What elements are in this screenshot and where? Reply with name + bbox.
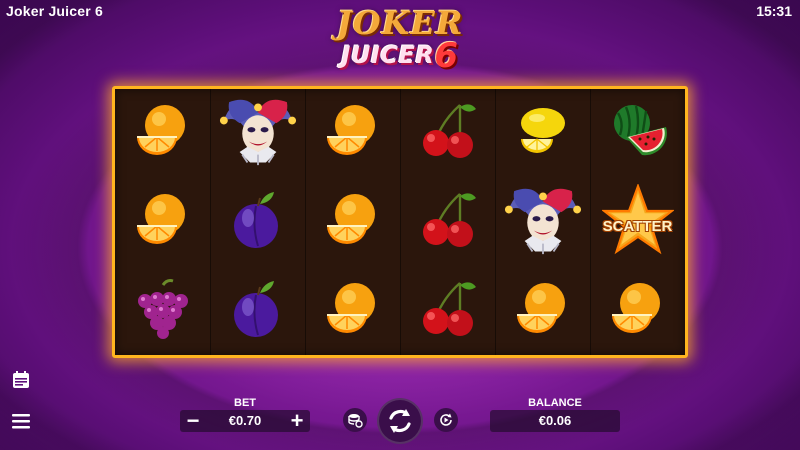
orange-icon	[131, 188, 195, 257]
reel-cell	[400, 267, 495, 355]
reel-cell: SCATTER	[590, 178, 685, 267]
scatter-label: SCATTER	[602, 218, 673, 235]
reel-cell	[210, 89, 305, 178]
reel-cell	[400, 178, 495, 267]
orange-icon	[321, 99, 385, 168]
reel-cell	[305, 267, 400, 355]
autoplay-icon	[440, 413, 452, 426]
watermelon-icon	[606, 99, 670, 168]
reel-cell	[590, 267, 685, 355]
cherries-icon	[416, 188, 480, 257]
reel-cell	[115, 178, 210, 267]
balance-display: €0.06	[490, 410, 620, 432]
spin-icon	[389, 409, 411, 433]
cherries-icon	[416, 99, 480, 168]
reel-cell	[590, 89, 685, 178]
game-logo: JOKER JUICER6	[300, 6, 500, 86]
balance-value: €0.06	[538, 413, 572, 428]
paytable-button[interactable]	[10, 369, 32, 391]
coins-icon	[348, 414, 363, 428]
scatter-icon: SCATTER	[600, 182, 675, 261]
reel-separator	[210, 89, 211, 355]
plum-icon	[226, 188, 290, 257]
bet-display: − €0.70 +	[180, 410, 310, 432]
joker-icon	[501, 178, 585, 267]
reel-separator	[590, 89, 591, 355]
logo-number: 6	[434, 36, 459, 76]
logo-joker: JOKER	[336, 4, 464, 42]
logo-juicer: JUICER6	[300, 36, 500, 76]
plum-icon	[226, 277, 290, 346]
reel-cell	[115, 89, 210, 178]
grapes-icon	[131, 277, 195, 346]
reel-cell	[495, 89, 590, 178]
balance-label: BALANCE	[528, 397, 582, 409]
cherries-icon	[416, 277, 480, 346]
orange-icon	[131, 99, 195, 168]
reel-cell	[210, 178, 305, 267]
reel-separator	[305, 89, 306, 355]
reel-cell	[495, 178, 590, 267]
orange-icon	[321, 188, 385, 257]
coin-settings-button[interactable]	[343, 408, 367, 432]
lemon-icon	[511, 99, 575, 168]
reel-cell	[210, 267, 305, 355]
orange-icon	[511, 277, 575, 346]
menu-icon	[12, 414, 30, 429]
orange-icon	[606, 277, 670, 346]
bet-increase-button[interactable]: +	[286, 410, 308, 432]
orange-icon	[321, 277, 385, 346]
reel-separator	[400, 89, 401, 355]
menu-button[interactable]	[10, 410, 32, 432]
reel-cell	[400, 89, 495, 178]
paytable-icon	[13, 371, 29, 388]
joker-icon	[216, 89, 300, 178]
reel-separator	[495, 89, 496, 355]
reel-cell	[305, 89, 400, 178]
reel-cell	[495, 267, 590, 355]
game-title: Joker Juicer 6	[6, 3, 103, 19]
clock: 15:31	[756, 3, 792, 19]
autoplay-button[interactable]	[434, 408, 458, 432]
spin-button[interactable]	[377, 398, 423, 444]
reels-grid: SCATTER	[112, 86, 688, 358]
reel-cell	[305, 178, 400, 267]
logo-juicer-text: JUICER	[341, 41, 435, 69]
reel-cell	[115, 267, 210, 355]
